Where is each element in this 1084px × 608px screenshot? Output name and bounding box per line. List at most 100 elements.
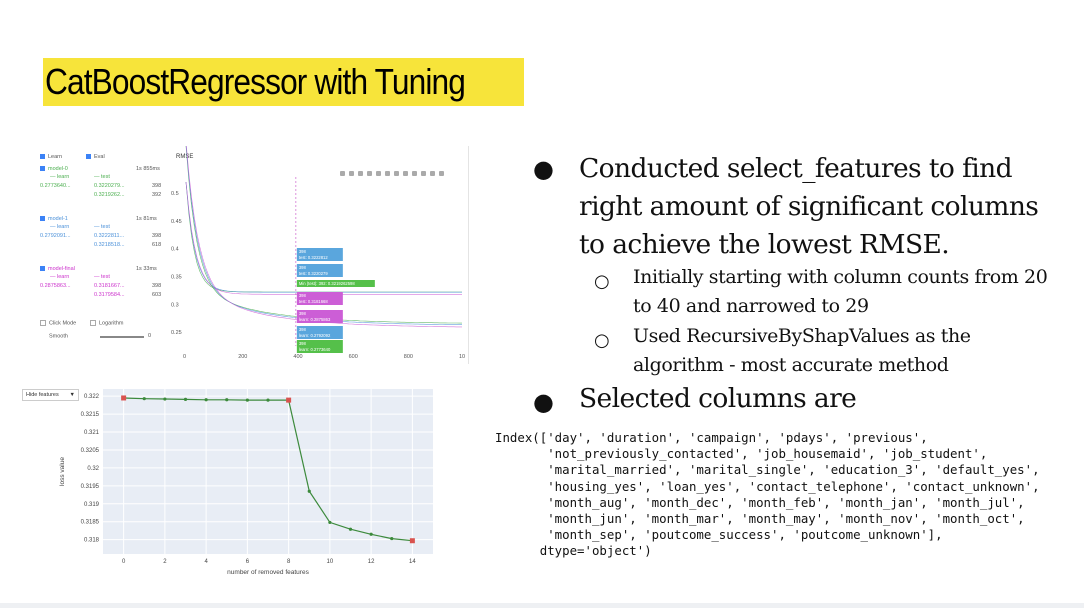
y-tick-label: 0.4 (171, 247, 179, 253)
x-tick-label: 0 (183, 354, 186, 360)
model-learn-label: — learn (50, 274, 70, 280)
y-tick-label: 0.318 (84, 538, 100, 544)
smooth-label: Smooth (49, 333, 68, 340)
model-learn-label: — learn (50, 174, 70, 180)
model-test-value: 0.3181667... (94, 283, 125, 289)
model-test-value: 0.3220279... (94, 183, 125, 189)
model-iteration: 398 (152, 233, 162, 239)
loss-point (142, 397, 146, 401)
model-learn-label: — learn (50, 224, 70, 230)
click-mode-checkbox[interactable] (40, 320, 46, 326)
sub-bullet-algorithm: Used RecursiveByShapValues as the algori… (633, 325, 971, 376)
y-axis-label: loss value (59, 457, 66, 486)
slide-bottom-edge (0, 603, 1084, 608)
loss-point (183, 397, 188, 402)
model-iteration: 398 (152, 283, 162, 289)
y-tick-label: 0.45 (171, 219, 182, 225)
x-tick-label: 12 (368, 559, 375, 565)
toolbar-icon (367, 171, 372, 176)
eval-checkbox[interactable] (86, 154, 91, 160)
model-test-label: — test (94, 224, 110, 230)
toolbar-icon (412, 171, 417, 176)
loss-point (369, 532, 373, 536)
loss-point (204, 398, 208, 402)
tooltip-line: 398 (299, 249, 307, 254)
loss-point (163, 397, 167, 401)
toolbar-icon (430, 171, 435, 176)
y-tick-label: 0.25 (171, 330, 182, 336)
rmse-plot-title: RMSE (176, 154, 193, 160)
model-checkbox[interactable] (40, 266, 45, 272)
tooltip-line: learn: 0.2792092 (299, 333, 331, 338)
tooltip-line: 398 (299, 265, 307, 270)
model-checkbox[interactable] (40, 166, 45, 172)
hover-tooltip: 398learn: 0.2792092 (296, 326, 343, 339)
smooth-value: 0 (148, 333, 152, 339)
x-tick-label: 400 (293, 354, 302, 360)
model-best-iteration: 392 (152, 192, 162, 198)
x-tick-label: 200 (238, 354, 247, 360)
bullet-dot: ● (533, 388, 554, 416)
toolbar-icon (385, 171, 390, 176)
loss-point (390, 536, 394, 541)
x-tick-label: 2 (163, 559, 167, 565)
y-tick-label: 0.321 (84, 430, 100, 436)
x-tick-label: 600 (349, 354, 358, 360)
y-tick-label: 0.3205 (81, 448, 100, 454)
x-tick-label: 8 (287, 559, 291, 565)
bullet-selected-columns: Selected columns are (579, 383, 857, 414)
model-best-iteration: 618 (152, 242, 162, 248)
bullet-conducted-select-features: Conducted select_features to find right … (579, 153, 1039, 260)
loss-chart-panel: Hide features ▼ 0.322 0.3215 0.321 0.3205 0.3… (18, 384, 458, 580)
smooth-slider[interactable] (100, 336, 144, 338)
model-learn-value: 0.2773640... (40, 183, 71, 189)
model-name: model-1 (40, 216, 68, 222)
sub-bullet-initial-columns: Initially starting with column counts fr… (633, 266, 1048, 317)
rmse-curve (185, 181, 462, 295)
x-tick-label: 10 (327, 559, 334, 565)
learn-checkbox[interactable] (40, 154, 45, 160)
legend-eval[interactable]: Eval (86, 154, 105, 160)
x-tick-label: 0 (122, 559, 126, 565)
tooltip-line: 398 (299, 341, 307, 346)
model-best-iteration: 603 (152, 292, 162, 298)
logarithm-label: Logarithm (99, 320, 124, 327)
toolbar-icon (376, 171, 381, 176)
tooltip-line: test: 0.3181668 (299, 299, 329, 304)
toolbar-icon (349, 171, 354, 176)
model-learn-value: 0.2792091... (40, 233, 71, 239)
loss-point (225, 398, 229, 402)
toolbar-icon (403, 171, 408, 176)
model-entry[interactable]: model-0 1s 855ms — learn — test 0.2773640...… (38, 166, 178, 212)
click-mode-label: Click Mode (49, 320, 77, 327)
loss-point (266, 398, 270, 402)
hover-tooltip: 398test: 0.3220279 (296, 264, 343, 277)
eval-label: Eval (94, 154, 105, 160)
tooltip-line: 398 (299, 311, 307, 316)
click-mode-toggle[interactable]: Click Mode (40, 320, 76, 326)
sub-bullet-circle: ○ (594, 330, 610, 351)
bullet-dot: ● (533, 155, 554, 183)
tooltip-line: test: 0.3220279 (299, 271, 329, 276)
y-tick-label: 0.5 (171, 191, 179, 197)
plot-toolbar (340, 171, 444, 176)
slide-title: CatBoostRegressor with Tuning (45, 61, 466, 102)
loss-chart: 0.322 0.3215 0.321 0.3205 0.32 0.3195 0.319 0.3… (59, 389, 433, 576)
toolbar-icon (421, 171, 426, 176)
model-entry[interactable]: model-final 1s 33ms — learn — test 0.2875863… (38, 266, 178, 312)
hover-tooltip: Min (test): 392: 0.3219262598 (296, 280, 375, 287)
loss-point (328, 520, 332, 525)
logarithm-checkbox[interactable] (90, 320, 96, 326)
model-entry[interactable]: model-1 1s 81ms — learn — test 0.2792091... 0… (38, 216, 178, 262)
model-test-value: 0.3222811... (94, 233, 125, 239)
model-test-best: 0.3179584... (94, 292, 125, 298)
highlighted-point (121, 395, 127, 401)
y-tick-label: 0.319 (84, 502, 100, 508)
model-checkbox[interactable] (40, 216, 45, 222)
logarithm-toggle[interactable]: Logarithm (90, 320, 123, 326)
highlighted-point (286, 397, 292, 403)
legend-learn[interactable]: Learn (40, 154, 62, 160)
x-tick-label: 14 (409, 559, 416, 565)
tooltip-line: 398 (299, 327, 307, 332)
hover-tooltip: 398test: 0.3222812 (296, 248, 343, 261)
